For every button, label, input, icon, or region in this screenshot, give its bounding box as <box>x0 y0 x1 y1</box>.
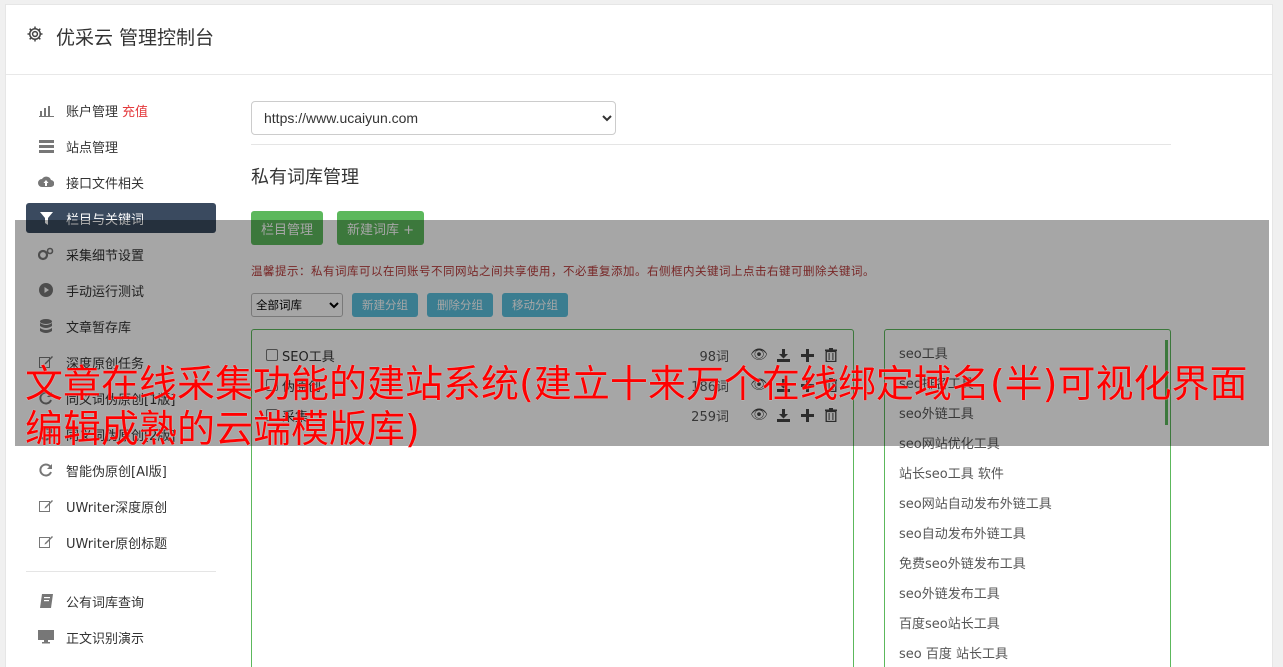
sidebar-item-label: 账户管理 <box>66 104 119 120</box>
sidebar-item-public-lexicon[interactable]: 公有词库查询 <box>26 586 216 616</box>
edit-icon <box>38 534 54 550</box>
sidebar-item-label: 站点管理 <box>66 140 119 156</box>
keyword-item[interactable]: 免费seo外链发布工具 <box>899 550 1156 580</box>
keyword-item[interactable]: 站长seo工具 软件 <box>899 460 1156 490</box>
monitor-icon <box>38 629 54 645</box>
sidebar-item-ai-original[interactable]: 智能伪原创[AI版] <box>26 455 216 485</box>
recharge-link[interactable]: 充值 <box>122 101 148 120</box>
sidebar-item-label: 正文识别演示 <box>66 631 145 647</box>
bar-chart-icon <box>38 102 54 118</box>
sidebar-item-sites[interactable]: 站点管理 <box>26 131 216 161</box>
sidebar-item-label: UWriter原创标题 <box>66 536 168 552</box>
keyword-item[interactable]: seo自动发布外链工具 <box>899 520 1156 550</box>
book-icon <box>38 593 54 609</box>
gear-icon <box>26 25 44 43</box>
divider <box>251 144 1171 145</box>
site-select[interactable]: https://www.ucaiyun.com <box>251 101 616 135</box>
keyword-item[interactable]: seo 百度 站长工具 <box>899 640 1156 667</box>
edit-icon <box>38 498 54 514</box>
sidebar-item-label: 智能伪原创[AI版] <box>66 464 167 480</box>
keyword-item[interactable]: 百度seo站长工具 <box>899 610 1156 640</box>
header: 优采云 管理控制台 <box>6 5 1272 75</box>
sidebar-item-account[interactable]: 账户管理 充值 <box>26 95 216 125</box>
sidebar-item-text-recognition[interactable]: 正文识别演示 <box>26 622 216 652</box>
keyword-item[interactable]: seo网站自动发布外链工具 <box>899 490 1156 520</box>
sidebar-item-uwriter-title[interactable]: UWriter原创标题 <box>26 527 216 557</box>
sidebar-item-label: 公有词库查询 <box>66 595 145 611</box>
sidebar-divider <box>26 571 216 572</box>
cloud-upload-icon <box>38 174 54 190</box>
overlay-headline: 文章在线采集功能的建站系统(建立十来万个在线绑定域名(半)可视化界面编辑成熟的云… <box>25 362 1248 451</box>
sidebar-item-uwriter-deep[interactable]: UWriter深度原创 <box>26 491 216 521</box>
sidebar-item-label: UWriter深度原创 <box>66 500 168 516</box>
app-title: 优采云 管理控制台 <box>56 27 215 49</box>
server-icon <box>38 138 54 154</box>
sidebar-item-interface[interactable]: 接口文件相关 <box>26 167 216 197</box>
page-title: 私有词库管理 <box>251 167 359 188</box>
keyword-item[interactable]: seo外链发布工具 <box>899 580 1156 610</box>
refresh-icon <box>38 462 54 478</box>
sidebar-item-label: 接口文件相关 <box>66 176 145 192</box>
